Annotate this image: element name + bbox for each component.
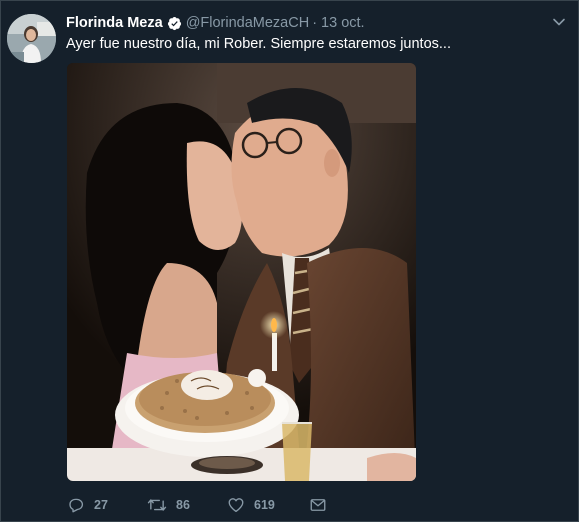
- author-handle[interactable]: @FlorindaMezaCH: [186, 15, 310, 31]
- avatar[interactable]: [7, 14, 56, 63]
- tweet-header: Florinda Meza @FlorindaMezaCH · 13 oct.: [66, 13, 538, 33]
- direct-message-button[interactable]: [309, 496, 329, 514]
- like-count: 619: [254, 498, 275, 512]
- tweet-date[interactable]: 13 oct.: [321, 15, 365, 31]
- tweet-photo[interactable]: [67, 63, 416, 481]
- retweet-button[interactable]: 86: [147, 496, 227, 514]
- heart-icon: [227, 496, 245, 514]
- tweet-card[interactable]: Florinda Meza @FlorindaMezaCH · 13 oct. …: [0, 0, 579, 522]
- reply-button[interactable]: 27: [67, 496, 147, 514]
- reply-icon: [67, 496, 85, 514]
- separator-dot: ·: [312, 15, 318, 31]
- author-display-name[interactable]: Florinda Meza: [66, 15, 163, 31]
- retweet-count: 86: [176, 498, 190, 512]
- tweet-text: Ayer fue nuestro día, mi Rober. Siempre …: [66, 36, 451, 52]
- like-button[interactable]: 619: [227, 496, 309, 514]
- envelope-icon: [309, 496, 327, 514]
- verified-badge-icon: [167, 16, 182, 31]
- reply-count: 27: [94, 498, 108, 512]
- chevron-down-icon[interactable]: [552, 15, 566, 29]
- retweet-icon: [147, 496, 167, 514]
- tweet-actions: 27 86 619: [67, 494, 329, 516]
